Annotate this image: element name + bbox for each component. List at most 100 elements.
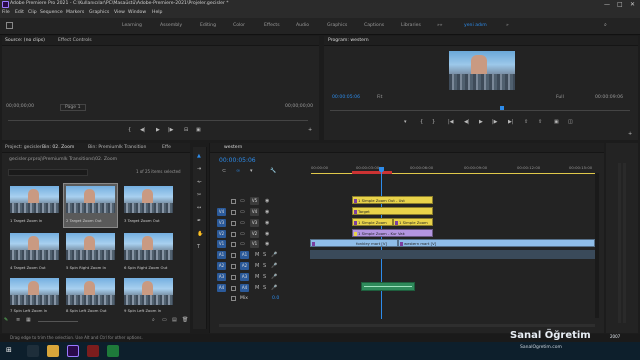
lock-icon[interactable] xyxy=(231,296,236,301)
tab-project[interactable]: Project: gecisler xyxy=(5,145,42,151)
zoom-slider[interactable] xyxy=(38,321,78,322)
program-playhead[interactable] xyxy=(500,106,504,110)
ws-libraries[interactable]: Libraries xyxy=(401,23,421,29)
eye-icon[interactable]: ◉ xyxy=(265,210,269,215)
lock-icon[interactable] xyxy=(231,253,236,258)
extract-icon[interactable]: ⇪ xyxy=(538,120,542,125)
tab-bin-zoom[interactable]: Bin: 02. Zoom xyxy=(42,145,74,151)
ws-yeni-adim[interactable]: yeni adım xyxy=(464,23,487,29)
clip-v4[interactable]: Target xyxy=(352,207,433,215)
snap-icon[interactable]: ⊂ xyxy=(222,169,226,174)
taskbar-premiere-icon[interactable] xyxy=(67,345,79,357)
mark-in-icon[interactable]: { xyxy=(420,120,423,125)
menu-graphics[interactable]: Graphics xyxy=(89,10,109,16)
bin-item-thumbnail[interactable] xyxy=(124,278,173,305)
track-label-v2[interactable]: V2 xyxy=(250,230,259,238)
track-select-tool-icon[interactable]: ⇥ xyxy=(197,167,201,172)
hand-tool-icon[interactable]: ✋ xyxy=(197,232,203,237)
lift-icon[interactable]: ⇧ xyxy=(524,120,528,125)
step-forward-icon[interactable]: |▶ xyxy=(168,128,174,133)
program-fit-select[interactable]: Fit xyxy=(377,95,382,100)
taskbar-explorer-icon[interactable] xyxy=(47,345,59,357)
solo-button[interactable]: S xyxy=(263,275,266,280)
bin-search-input[interactable] xyxy=(8,169,88,176)
pencil-icon[interactable]: ✎ xyxy=(4,318,8,323)
export-frame-icon[interactable]: ▣ xyxy=(554,120,559,125)
bin-item-thumbnail[interactable] xyxy=(124,233,173,260)
in-out-range[interactable] xyxy=(352,171,392,174)
source-scrubber[interactable] xyxy=(8,120,308,121)
type-tool-icon[interactable]: T xyxy=(197,245,200,250)
menu-markers[interactable]: Markers xyxy=(66,10,84,16)
mute-button[interactable]: M xyxy=(255,286,259,291)
ws-graphics[interactable]: Graphics xyxy=(327,23,347,29)
bin-item-thumbnail[interactable] xyxy=(66,233,115,260)
sync-lock-icon[interactable]: ▭ xyxy=(240,221,245,226)
audio-clip-a1[interactable] xyxy=(310,250,595,259)
pen-tool-icon[interactable]: ✒ xyxy=(197,219,201,224)
windows-start-icon[interactable]: ⊞ xyxy=(6,347,12,354)
timeline-vscroll[interactable] xyxy=(595,173,599,318)
source-page-select[interactable]: Page 1 xyxy=(60,104,86,111)
track-target[interactable]: A4 xyxy=(217,284,226,292)
bin-item-thumbnail[interactable] xyxy=(10,186,59,213)
solo-button[interactable]: S xyxy=(263,264,266,269)
lock-icon[interactable] xyxy=(231,199,236,204)
clip-v1-a[interactable]: fonkley mart [V] xyxy=(310,239,398,247)
mute-button[interactable]: M xyxy=(255,275,259,280)
eye-icon[interactable]: ◉ xyxy=(265,232,269,237)
close-button[interactable]: ✕ xyxy=(630,1,635,8)
step-forward-icon[interactable]: |▶ xyxy=(492,120,498,125)
sync-lock-icon[interactable]: ▭ xyxy=(240,242,245,247)
mic-icon[interactable]: 🎤 xyxy=(271,275,277,280)
razor-tool-icon[interactable]: ✂ xyxy=(197,193,201,198)
slip-tool-icon[interactable]: ↔ xyxy=(197,206,201,211)
ripple-edit-tool-icon[interactable]: ⟛ xyxy=(197,180,202,185)
track-target[interactable] xyxy=(217,197,226,205)
track-label-a1[interactable]: A1 xyxy=(240,251,249,259)
lock-icon[interactable] xyxy=(231,286,236,291)
tab-source[interactable]: Source: (no clips) xyxy=(5,38,45,44)
taskbar-chrome-icon[interactable] xyxy=(27,345,39,357)
add-button-icon[interactable]: + xyxy=(628,132,632,137)
mute-button[interactable]: M xyxy=(255,264,259,269)
program-title[interactable]: Program: western xyxy=(328,38,369,44)
mic-icon[interactable]: 🎤 xyxy=(271,253,277,258)
go-to-in-icon[interactable]: |◀ xyxy=(448,120,454,125)
ws-more[interactable]: » xyxy=(506,23,509,29)
track-label-v4[interactable]: V4 xyxy=(250,208,259,216)
go-to-out-icon[interactable]: ▶| xyxy=(508,120,514,125)
timeline-timecode[interactable]: 00:00:05:06 xyxy=(219,157,256,164)
tab-effect-controls[interactable]: Effect Controls xyxy=(58,38,92,44)
ws-editing[interactable]: Editing xyxy=(200,23,216,29)
play-icon[interactable]: ▶ xyxy=(156,128,160,133)
mark-in-icon[interactable]: { xyxy=(128,128,131,133)
list-view-icon[interactable]: ≡ xyxy=(16,318,20,323)
ws-effects[interactable]: Effects xyxy=(264,23,280,29)
lock-icon[interactable] xyxy=(231,275,236,280)
ws-overflow[interactable]: »» xyxy=(437,23,443,29)
track-target[interactable]: V4 xyxy=(217,208,226,216)
ws-assembly[interactable]: Assembly xyxy=(160,23,182,29)
menu-clip[interactable]: Clip xyxy=(28,10,37,16)
lock-icon[interactable] xyxy=(231,221,236,226)
new-item-icon[interactable]: ▤ xyxy=(172,318,177,323)
mic-icon[interactable]: 🎤 xyxy=(271,286,277,291)
program-resolution-select[interactable]: Full xyxy=(556,95,564,100)
track-label-a2[interactable]: A2 xyxy=(240,262,249,270)
bin-item-thumbnail[interactable] xyxy=(124,186,173,213)
lock-icon[interactable] xyxy=(231,264,236,269)
lock-icon[interactable] xyxy=(231,242,236,247)
eye-icon[interactable]: ◉ xyxy=(265,221,269,226)
sync-lock-icon[interactable]: ▭ xyxy=(240,232,245,237)
ws-color[interactable]: Color xyxy=(233,23,245,29)
clip-v3-a[interactable]: 1 Simple Zoom xyxy=(352,218,393,226)
tab-effects[interactable]: Effe xyxy=(162,145,171,151)
track-label-a4[interactable]: A4 xyxy=(240,284,249,292)
play-icon[interactable]: ▶ xyxy=(479,120,483,125)
mute-button[interactable]: M xyxy=(255,253,259,258)
search-icon[interactable]: ⌕ xyxy=(604,23,607,28)
bin-item-thumbnail[interactable] xyxy=(66,186,115,213)
bin-item-thumbnail[interactable] xyxy=(66,278,115,305)
menu-file[interactable]: File xyxy=(2,10,10,16)
